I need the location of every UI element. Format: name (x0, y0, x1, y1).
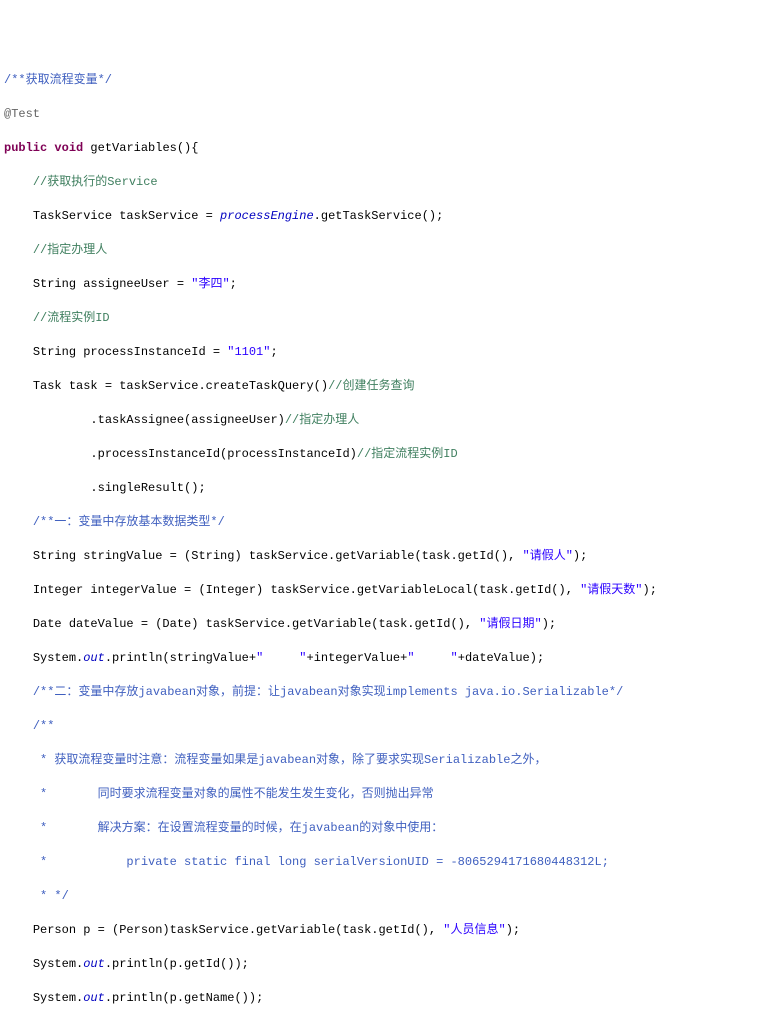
javadoc-comment: * 同时要求流程变量对象的属性不能发生发生变化，否则抛出异常 (33, 787, 434, 801)
code-line: Task task = taskService.createTaskQuery(… (4, 378, 756, 395)
code-line: String processInstanceId = "1101"; (4, 344, 756, 361)
comment: //流程实例ID (33, 311, 110, 325)
comment: //指定办理人 (285, 413, 359, 427)
string: "请假天数" (580, 583, 642, 597)
code-line: .singleResult(); (4, 480, 756, 497)
code-line: System.out.println(p.getId()); (4, 956, 756, 973)
code-line: String assigneeUser = "李四"; (4, 276, 756, 293)
code-line: * 解决方案：在设置流程变量的时候，在javabean的对象中使用： (4, 820, 756, 837)
code-line: //指定办理人 (4, 242, 756, 259)
string: "李四" (191, 277, 229, 291)
code-line: Date dateValue = (Date) taskService.getV… (4, 616, 756, 633)
code-line: Person p = (Person)taskService.getVariab… (4, 922, 756, 939)
code-line: * 获取流程变量时注意：流程变量如果是javabean对象，除了要求实现Seri… (4, 752, 756, 769)
code-text: ; (230, 277, 237, 291)
code-text: .println(p.getName()); (105, 991, 263, 1005)
javadoc-comment: * 解决方案：在设置流程变量的时候，在javabean的对象中使用： (33, 821, 443, 835)
field: out (83, 957, 105, 971)
code-line: @Test (4, 106, 756, 123)
comment: //获取执行的Service (33, 175, 158, 189)
code-text: System. (33, 651, 83, 665)
comment: //创建任务查询 (328, 379, 414, 393)
field: out (83, 991, 105, 1005)
string: "请假日期" (479, 617, 541, 631)
code-line: * 同时要求流程变量对象的属性不能发生发生变化，否则抛出异常 (4, 786, 756, 803)
code-line: TaskService taskService = processEngine.… (4, 208, 756, 225)
code-text: .println(stringValue+ (105, 651, 256, 665)
code-text: ; (270, 345, 277, 359)
string: " " (407, 651, 457, 665)
code-text: ); (506, 923, 520, 937)
code-text: System. (33, 991, 83, 1005)
code-text: .processInstanceId(processInstanceId) (90, 447, 356, 461)
string: "1101" (227, 345, 270, 359)
string: " " (256, 651, 306, 665)
code-line: System.out.println(stringValue+" "+integ… (4, 650, 756, 667)
javadoc-comment: * private static final long serialVersio… (33, 855, 609, 869)
javadoc-comment: * 获取流程变量时注意：流程变量如果是javabean对象，除了要求实现Seri… (33, 753, 547, 767)
code-line: /**一：变量中存放基本数据类型*/ (4, 514, 756, 531)
code-text: .taskAssignee(assigneeUser) (90, 413, 284, 427)
code-text: System. (33, 957, 83, 971)
code-line: * private static final long serialVersio… (4, 854, 756, 871)
string: "人员信息" (443, 923, 505, 937)
code-text: TaskService taskService = (33, 209, 220, 223)
code-text: getVariables(){ (83, 141, 198, 155)
code-text: .getTaskService(); (314, 209, 444, 223)
code-line: /**二：变量中存放javabean对象，前提：让javabean对象实现imp… (4, 684, 756, 701)
field: processEngine (220, 209, 314, 223)
keyword: void (54, 141, 83, 155)
code-text: +dateValue); (458, 651, 544, 665)
code-text: String assigneeUser = (33, 277, 191, 291)
code-text: Date dateValue = (Date) taskService.getV… (33, 617, 479, 631)
comment: //指定流程实例ID (357, 447, 458, 461)
code-line: .processInstanceId(processInstanceId)//指… (4, 446, 756, 463)
code-text: ); (542, 617, 556, 631)
code-line: //流程实例ID (4, 310, 756, 327)
code-line: .taskAssignee(assigneeUser)//指定办理人 (4, 412, 756, 429)
code-line: System.out.println(p.getName()); (4, 990, 756, 1007)
javadoc-comment: /** (33, 719, 55, 733)
javadoc-comment: * */ (33, 889, 69, 903)
code-text: ); (643, 583, 657, 597)
code-line: Integer integerValue = (Integer) taskSer… (4, 582, 756, 599)
keyword: public (4, 141, 47, 155)
code-line: /**获取流程变量*/ (4, 72, 756, 89)
string: "请假人" (523, 549, 573, 563)
code-text: .println(p.getId()); (105, 957, 249, 971)
code-line: public void getVariables(){ (4, 140, 756, 157)
code-text: Task task = taskService.createTaskQuery(… (33, 379, 328, 393)
code-text: String stringValue = (String) taskServic… (33, 549, 523, 563)
code-line: String stringValue = (String) taskServic… (4, 548, 756, 565)
javadoc-comment: /**一：变量中存放基本数据类型*/ (33, 515, 225, 529)
javadoc-comment: /**获取流程变量*/ (4, 73, 112, 87)
code-text: Integer integerValue = (Integer) taskSer… (33, 583, 580, 597)
code-text: Person p = (Person)taskService.getVariab… (33, 923, 443, 937)
field: out (83, 651, 105, 665)
code-text: +integerValue+ (307, 651, 408, 665)
code-line: //获取执行的Service (4, 174, 756, 191)
code-text: ); (573, 549, 587, 563)
code-text: String processInstanceId = (33, 345, 227, 359)
code-line: /** (4, 718, 756, 735)
code-line: * */ (4, 888, 756, 905)
code-text: .singleResult(); (90, 481, 205, 495)
comment: //指定办理人 (33, 243, 107, 257)
annotation: @Test (4, 107, 40, 121)
javadoc-comment: /**二：变量中存放javabean对象，前提：让javabean对象实现imp… (33, 685, 623, 699)
